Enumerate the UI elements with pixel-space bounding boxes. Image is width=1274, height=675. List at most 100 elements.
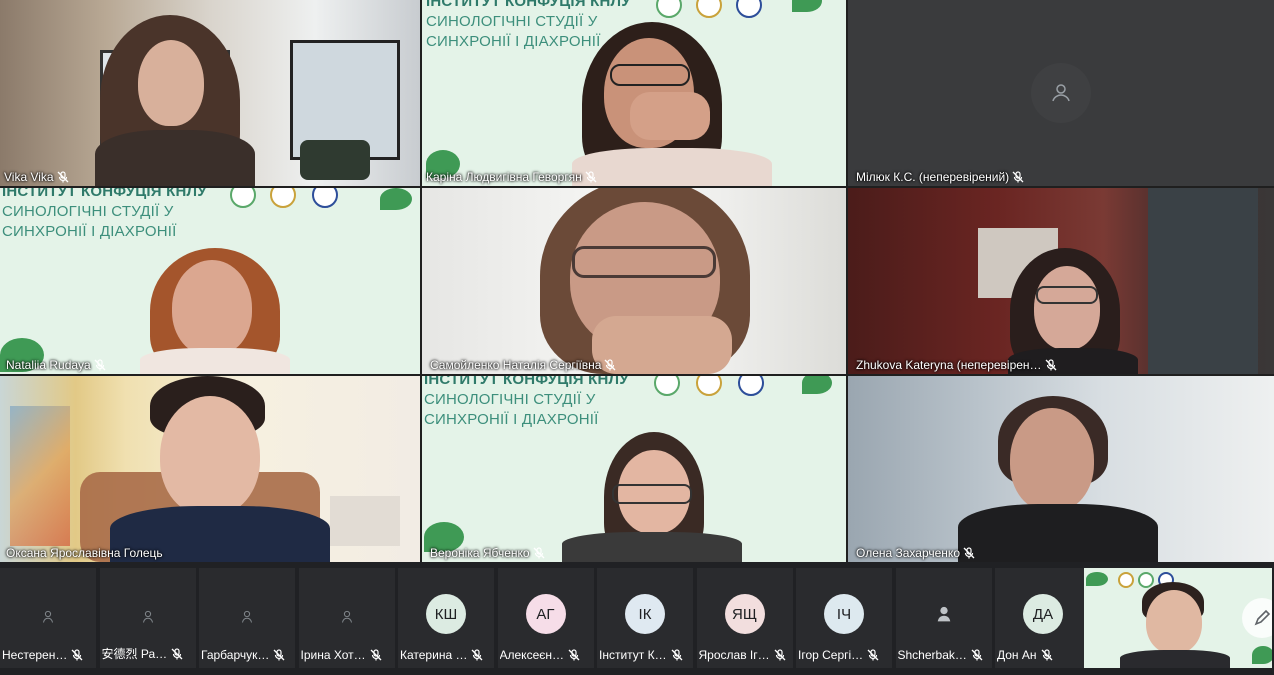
participant-name: Вероніка Ябченко bbox=[430, 546, 530, 560]
participant-name: Оксана Ярославівна Голець bbox=[6, 546, 163, 560]
mic-muted-icon bbox=[568, 649, 580, 661]
slide-subtitle-line2: СИНХРОНІЇ І ДІАХРОНІЇ bbox=[424, 411, 599, 428]
participant-name: Дон Ан bbox=[997, 648, 1037, 662]
strip-participant[interactable]: ІЧ Ігор Сергі… bbox=[796, 568, 892, 668]
mic-muted-icon bbox=[370, 649, 382, 661]
strip-participant[interactable]: ІК Інститут К… bbox=[597, 568, 693, 668]
participant-name-tag: Zhukova Kateryna (неперевірен… bbox=[856, 358, 1057, 372]
participant-name-tag: Каріна Людвигівна Геворгян bbox=[426, 170, 597, 184]
strip-participant-name-tag: Ірина Хот… bbox=[301, 648, 393, 662]
person-placeholder-icon bbox=[242, 610, 252, 623]
participant-name: Алексеєн… bbox=[499, 648, 565, 662]
participant-strip: Нестерен… 安德烈 Ра… Гарбарчук… Ірина Хот… КШ Ка… bbox=[0, 562, 1274, 675]
logo-icon bbox=[1118, 572, 1134, 588]
leaf-decoration bbox=[1086, 572, 1108, 586]
participant-name-tag: Оксана Ярославівна Голець bbox=[6, 546, 163, 560]
avatar-initials: ДА bbox=[1023, 594, 1063, 634]
mic-muted-icon bbox=[171, 647, 183, 659]
slide-subtitle-line1: СИНОЛОГІЧНІ СТУДІЇ У bbox=[424, 391, 596, 408]
slide-title: ІНСТИТУТ КОНФУЦІЯ КНЛУ bbox=[424, 376, 629, 388]
strip-participant[interactable]: Ірина Хот… bbox=[298, 568, 395, 668]
mic-muted-icon bbox=[585, 171, 597, 183]
mic-muted-icon bbox=[867, 649, 879, 661]
participant-name: Ярослав Іг… bbox=[698, 648, 770, 662]
video-tile[interactable]: Олена Захарченко bbox=[848, 376, 1274, 562]
video-tile[interactable]: Zhukova Kateryna (неперевірен… bbox=[848, 188, 1274, 374]
person-placeholder-icon bbox=[341, 610, 352, 623]
slide-title: ІНСТИТУТ КОНФУЦІЯ КНЛУ bbox=[2, 188, 207, 200]
person-placeholder-icon bbox=[937, 606, 950, 622]
video-tile-active-speaker[interactable]: Оксана Ярославівна Голець bbox=[0, 376, 420, 562]
participant-name-tag: Мілюк К.С. (неперевірений) bbox=[856, 170, 1024, 184]
participant-name: Катерина … bbox=[400, 648, 468, 662]
strip-participant-name-tag: Shcherbak… bbox=[898, 648, 990, 662]
mic-muted-icon bbox=[273, 649, 285, 661]
self-view-tile[interactable] bbox=[1084, 568, 1272, 668]
mic-muted-icon bbox=[774, 649, 786, 661]
participant-name-tag: Самойленко Наталія Сергіївна bbox=[430, 358, 616, 372]
participant-name: Ірина Хот… bbox=[300, 648, 366, 662]
participant-name: Мілюк К.С. (неперевірений) bbox=[856, 170, 1010, 184]
avatar-initials: ІК bbox=[625, 594, 665, 634]
video-tile[interactable]: Мілюк К.С. (неперевірений) bbox=[848, 0, 1274, 186]
strip-participant-name-tag: Нестерен… bbox=[2, 648, 94, 662]
participant-name: Каріна Людвигівна Геворгян bbox=[426, 170, 582, 184]
leaf-decoration bbox=[380, 188, 412, 210]
participant-name-tag: Nataliia Rudaya bbox=[6, 358, 106, 372]
mic-muted-icon bbox=[971, 649, 983, 661]
mic-muted-icon bbox=[94, 359, 106, 371]
video-tile[interactable]: ІНСТИТУТ КОНФУЦІЯ КНЛУ СИНОЛОГІЧНІ СТУДІ… bbox=[422, 376, 846, 562]
mic-muted-icon bbox=[533, 547, 545, 559]
mic-muted-icon bbox=[471, 649, 483, 661]
mic-muted-icon bbox=[1012, 171, 1024, 183]
strip-participant[interactable]: АГ Алексеєн… bbox=[497, 568, 594, 668]
strip-participant[interactable]: ЯЩ Ярослав Іг… bbox=[696, 568, 793, 668]
strip-participant-name-tag: Ярослав Іг… bbox=[699, 648, 791, 662]
strip-participant[interactable]: 安德烈 Ра… bbox=[99, 568, 196, 668]
mic-muted-icon bbox=[71, 649, 83, 661]
slide-subtitle-line2: СИНХРОНІЇ І ДІАХРОНІЇ bbox=[2, 223, 177, 240]
strip-participant[interactable]: Shcherbak… bbox=[895, 568, 992, 668]
participant-name: Vika Vika bbox=[4, 170, 54, 184]
strip-participant-name-tag: Катерина … bbox=[400, 648, 492, 662]
participant-name-tag: Vika Vika bbox=[4, 170, 69, 184]
strip-participant[interactable]: Нестерен… bbox=[0, 568, 96, 668]
strip-participant-name-tag: Алексеєн… bbox=[500, 648, 592, 662]
video-tile[interactable]: ІНСТИТУТ КОНФУЦІЯ КНЛУ СИНОЛОГІЧНІ СТУДІ… bbox=[422, 0, 846, 186]
strip-participant-name-tag: Ігор Сергі… bbox=[798, 648, 890, 662]
pen-icon bbox=[1254, 609, 1271, 626]
avatar-initials: КШ bbox=[426, 594, 466, 634]
mic-muted-icon bbox=[605, 359, 616, 371]
participant-name: Ігор Сергі… bbox=[798, 648, 864, 662]
strip-participant-name-tag: Дон Ан bbox=[997, 648, 1089, 662]
strip-participant[interactable]: ДА Дон Ан bbox=[995, 568, 1091, 668]
person-placeholder-icon bbox=[43, 610, 53, 623]
video-tile[interactable]: Vika Vika bbox=[0, 0, 420, 186]
video-tile[interactable]: Самойленко Наталія Сергіївна bbox=[422, 188, 846, 374]
logo-icon bbox=[1138, 572, 1154, 588]
participant-name: Гарбарчук… bbox=[201, 648, 270, 662]
slide-title: ІНСТИТУТ КОНФУЦІЯ КНЛУ bbox=[426, 0, 631, 10]
strip-participant[interactable]: Гарбарчук… bbox=[199, 568, 295, 668]
avatar-initials: ІЧ bbox=[824, 594, 864, 634]
mic-muted-icon bbox=[671, 649, 683, 661]
strip-participant-name-tag: 安德烈 Ра… bbox=[102, 645, 194, 662]
slide-subtitle-line1: СИНОЛОГІЧНІ СТУДІЇ У bbox=[2, 203, 174, 220]
participant-name-tag: Вероніка Ябченко bbox=[430, 546, 545, 560]
participant-name: 安德烈 Ра… bbox=[101, 647, 168, 661]
participant-name: Самойленко Наталія Сергіївна bbox=[430, 358, 602, 372]
avatar-initials: АГ bbox=[525, 594, 566, 634]
strip-participant-name-tag: Гарбарчук… bbox=[201, 648, 293, 662]
mic-muted-icon bbox=[1041, 649, 1052, 661]
participant-name: Інститут К… bbox=[599, 648, 667, 662]
participant-name: Shcherbak… bbox=[897, 648, 967, 662]
mic-muted-icon bbox=[57, 171, 69, 183]
video-tile[interactable]: ІНСТИТУТ КОНФУЦІЯ КНЛУ СИНОЛОГІЧНІ СТУДІ… bbox=[0, 188, 420, 374]
strip-participant-name-tag: Інститут К… bbox=[599, 648, 691, 662]
strip-participant[interactable]: КШ Катерина … bbox=[398, 568, 494, 668]
mic-muted-icon bbox=[963, 547, 975, 559]
participant-name: Nataliia Rudaya bbox=[6, 358, 91, 372]
slide-subtitle-line1: СИНОЛОГІЧНІ СТУДІЇ У bbox=[426, 13, 598, 30]
participant-name: Нестерен… bbox=[2, 648, 68, 662]
person-placeholder-icon bbox=[1052, 84, 1070, 102]
